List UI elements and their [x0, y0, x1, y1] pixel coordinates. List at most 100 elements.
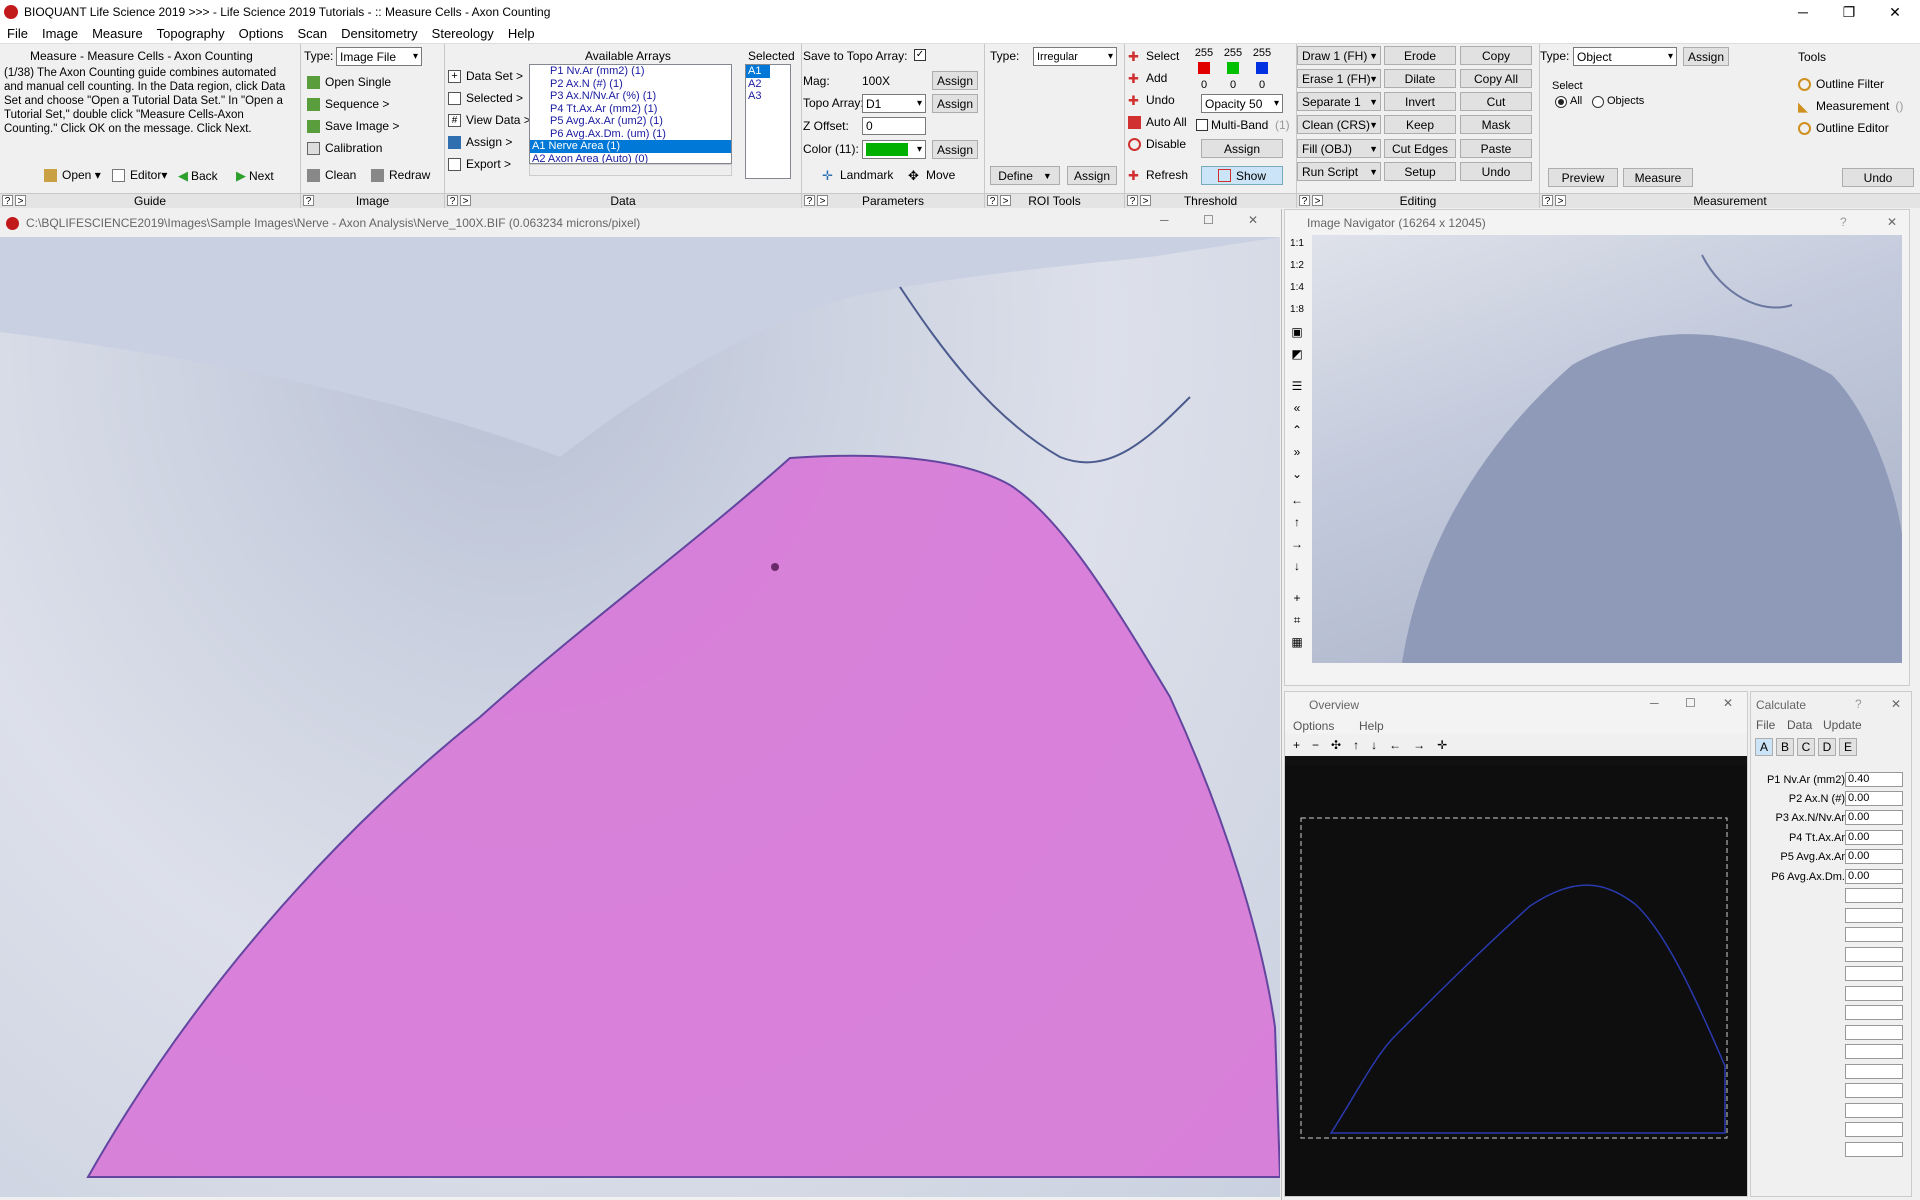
overview-menu-help[interactable]: Help [1359, 719, 1384, 733]
measure-assign-button[interactable]: Assign [1683, 47, 1729, 66]
zoom-1-8-button[interactable]: 1:8 [1289, 302, 1305, 318]
show-button[interactable]: Show [1201, 166, 1283, 185]
double-left-icon[interactable]: « [1289, 400, 1305, 416]
all-radio[interactable] [1555, 96, 1567, 108]
refresh-button[interactable]: ✚ Refresh [1128, 168, 1188, 182]
multi-band-checkbox[interactable] [1196, 119, 1208, 131]
clean-button[interactable]: Clean [307, 168, 356, 183]
maximize-icon[interactable]: ☐ [1685, 696, 1696, 710]
menu-stereology[interactable]: Stereology [425, 26, 501, 41]
auto-all-button[interactable]: Auto All [1128, 115, 1187, 130]
list-item[interactable]: P2 Ax.N (#) (1) [530, 78, 731, 91]
arrow-right-icon[interactable]: → [1289, 536, 1305, 552]
help-icon[interactable]: ? [2, 195, 13, 207]
arrow-up-icon[interactable]: ↑ [1353, 738, 1359, 752]
help-icon[interactable]: ? [447, 195, 458, 207]
selected-button[interactable]: Selected > [448, 91, 523, 106]
threshold-undo-button[interactable]: ✚ Undo [1128, 93, 1175, 107]
list-item-selected[interactable]: A1 Nerve Area (1) [530, 140, 731, 153]
guide-back-button[interactable]: ◀ Back [178, 168, 218, 184]
tab-c[interactable]: C [1797, 738, 1815, 756]
crop-icon[interactable]: ⌗ [1289, 612, 1305, 628]
sequence-button[interactable]: Sequence > [307, 97, 389, 112]
close-icon[interactable]: ✕ [1891, 697, 1901, 711]
calc-empty-value[interactable] [1845, 888, 1903, 903]
mask-button[interactable]: Mask [1460, 115, 1532, 134]
landmark-button[interactable]: ✛ Landmark [822, 168, 893, 182]
separate-button[interactable]: Separate 1 ▼ [1297, 92, 1381, 111]
tab-d[interactable]: D [1818, 738, 1836, 756]
available-arrays-list[interactable]: P1 Nv.Ar (mm2) (1) P2 Ax.N (#) (1) P3 Ax… [529, 64, 732, 164]
calc-empty-value[interactable] [1845, 1005, 1903, 1020]
help-icon[interactable]: ? [303, 195, 314, 207]
objects-radio[interactable] [1592, 96, 1604, 108]
redraw-button[interactable]: Redraw [371, 168, 430, 183]
help-icon[interactable]: ? [1299, 195, 1310, 207]
calc-empty-value[interactable] [1845, 1063, 1903, 1079]
image-type-select[interactable]: Image File [336, 47, 422, 66]
help-icon[interactable]: ? [1127, 195, 1138, 207]
double-up-icon[interactable]: ⌃ [1289, 422, 1305, 438]
copy-all-button[interactable]: Copy All [1460, 69, 1532, 88]
list-item[interactable]: A3 [746, 90, 790, 103]
mag-assign-button[interactable]: Assign [932, 71, 978, 90]
keep-button[interactable]: Keep [1384, 115, 1456, 134]
zoom-in-icon[interactable]: + [1293, 738, 1300, 752]
calc-value[interactable]: 0.00 [1845, 810, 1903, 825]
arrow-left-icon[interactable]: ← [1389, 738, 1401, 752]
run-script-button[interactable]: Run Script ▼ [1297, 162, 1381, 181]
draw-button[interactable]: Draw 1 (FH) ▼ [1297, 46, 1381, 65]
grid-icon[interactable]: ▦ [1289, 634, 1305, 650]
calc-empty-value[interactable] [1845, 1141, 1903, 1157]
roi-type-select[interactable]: Irregular [1033, 47, 1117, 66]
outline-editor-button[interactable]: Outline Editor [1798, 121, 1889, 136]
calc-value[interactable]: 0.00 [1845, 849, 1903, 864]
expand-icon[interactable]: > [460, 195, 471, 207]
help-icon[interactable]: ? [1855, 697, 1862, 711]
calc-empty-value[interactable] [1845, 907, 1903, 923]
paste-button[interactable]: Paste [1460, 139, 1532, 158]
menu-options[interactable]: Options [232, 26, 291, 41]
navigator-thumbnail[interactable] [1312, 235, 1902, 663]
menu-scan[interactable]: Scan [290, 26, 334, 41]
menu-icon[interactable]: ☰ [1289, 378, 1305, 394]
export-button[interactable]: Export > [448, 157, 511, 172]
tab-b[interactable]: B [1776, 738, 1794, 756]
nerve-area-roi[interactable] [86, 454, 1280, 1178]
calc-menu-update[interactable]: Update [1823, 718, 1862, 732]
horizontal-scrollbar[interactable] [529, 164, 732, 176]
invert-button[interactable]: Invert [1384, 92, 1456, 111]
setup-button[interactable]: Setup [1384, 162, 1456, 181]
red-channel-swatch[interactable] [1198, 62, 1210, 74]
list-item[interactable]: P1 Nv.Ar (mm2) (1) [530, 65, 731, 78]
calc-empty-value[interactable] [1845, 1044, 1903, 1059]
menu-densitometry[interactable]: Densitometry [334, 26, 425, 41]
calc-empty-value[interactable] [1845, 1122, 1903, 1137]
guide-open-button[interactable]: Open ▾ [44, 168, 101, 183]
measure-undo-button[interactable]: Undo [1842, 168, 1914, 187]
help-icon[interactable]: ? [1542, 195, 1553, 207]
list-item[interactable]: P3 Ax.N/Nv.Ar (%) (1) [530, 90, 731, 103]
overview-icon[interactable]: ◩ [1289, 346, 1305, 362]
minimize-icon[interactable]: ─ [1780, 0, 1826, 24]
measure-button[interactable]: Measure [1623, 168, 1693, 187]
close-icon[interactable]: ✕ [1872, 0, 1918, 24]
arrow-down-icon[interactable]: ↓ [1289, 558, 1305, 574]
calc-empty-value[interactable] [1845, 966, 1903, 981]
preview-button[interactable]: Preview [1548, 168, 1618, 187]
calc-menu-file[interactable]: File [1756, 718, 1775, 732]
open-single-button[interactable]: Open Single [307, 75, 391, 90]
close-icon[interactable]: ✕ [1887, 215, 1897, 229]
threshold-add-button[interactable]: ✚ Add [1128, 71, 1167, 85]
opacity-select[interactable]: Opacity 50 [1201, 94, 1283, 113]
expand-icon[interactable]: > [1555, 195, 1566, 207]
close-icon[interactable]: ✕ [1723, 696, 1733, 710]
measurement-button[interactable]: ◣ Measurement () [1798, 99, 1903, 113]
roi-assign-button[interactable]: Assign [1067, 166, 1117, 185]
list-item[interactable]: A2 [746, 78, 790, 91]
calc-empty-value[interactable] [1845, 927, 1903, 942]
double-right-icon[interactable]: » [1289, 444, 1305, 460]
calc-value[interactable]: 0.00 [1845, 830, 1903, 845]
menu-measure[interactable]: Measure [85, 26, 150, 41]
list-item[interactable]: P5 Avg.Ax.Ar (um2) (1) [530, 115, 731, 128]
